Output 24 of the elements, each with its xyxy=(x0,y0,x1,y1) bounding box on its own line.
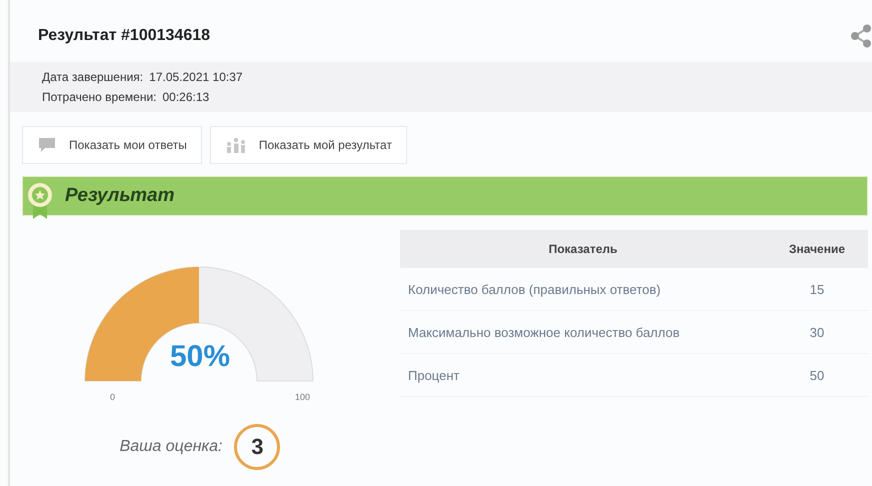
table-cell: Максимально возможное количество баллов xyxy=(400,310,766,354)
result-title: Результат #100134618 xyxy=(38,27,210,45)
info-value: 17.05.2021 10:37 xyxy=(149,70,243,84)
column-header: Показатель xyxy=(400,230,766,268)
grade-label: Ваша оценка: xyxy=(120,438,222,456)
gauge-max-label: 100 xyxy=(294,392,310,402)
show-answers-button[interactable]: Показать мои ответы xyxy=(22,126,202,164)
table-cell: 30 xyxy=(766,310,868,354)
table-cell: 50 xyxy=(766,354,868,396)
info-value: 00:26:13 xyxy=(162,90,210,104)
table-cell: Процент xyxy=(400,354,766,396)
info-label: Потрачено времени: xyxy=(42,90,156,104)
table-cell: 15 xyxy=(766,268,868,310)
grade-value: 3 xyxy=(234,424,280,470)
percent-value: 50% xyxy=(168,340,232,374)
people-icon xyxy=(224,137,247,153)
info-label: Дата завершения: xyxy=(42,70,144,84)
share-icon[interactable] xyxy=(850,24,872,48)
section-title: Результат xyxy=(65,185,175,207)
show-result-button[interactable]: Показать мой результат xyxy=(210,126,407,164)
table-cell: Количество баллов (правильных ответов) xyxy=(400,268,766,310)
speech-bubble-icon xyxy=(37,137,57,153)
column-header: Значение xyxy=(766,230,868,268)
gauge-min-label: 0 xyxy=(110,392,116,402)
